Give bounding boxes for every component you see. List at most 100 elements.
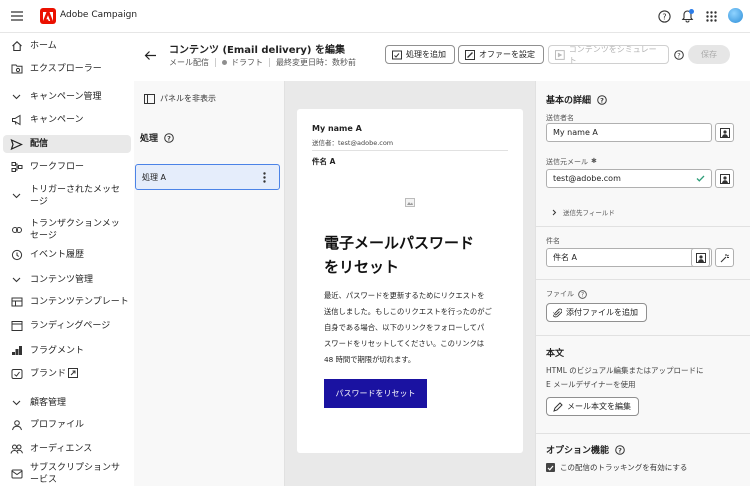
nav-item-landing-pages[interactable]: ランディングページ [0, 318, 134, 334]
email-body-line1: 最近、パスワードを更新するためにリクエストを [324, 291, 485, 300]
email-body: 電子メールパスワード をリセット 最近、パスワードを更新するためにリクエストを … [312, 177, 508, 453]
help-icon: ? [597, 94, 607, 105]
simulate-content-button[interactable]: コンテンツをシミュレート [548, 44, 669, 65]
action-item[interactable]: 処理 A [135, 164, 280, 190]
user-avatar[interactable] [728, 8, 743, 23]
nav-section-campaign-mgmt[interactable]: キャンペーン管理 [0, 90, 134, 104]
magic-wand-icon [720, 253, 729, 262]
nav-label-line2: ービス [30, 475, 58, 485]
nav-item-brands[interactable]: ブランド [0, 366, 134, 382]
nav-label: キャンペーン [30, 115, 84, 125]
notifications-bell-icon[interactable] [680, 8, 694, 23]
nav-item-transactional-messages[interactable]: トランザクションメッ セージ [0, 217, 134, 243]
add-action-button[interactable]: 処理を追加 [385, 45, 455, 64]
sender-name-value: My name A [553, 128, 598, 137]
personalization-icon [719, 127, 730, 138]
sender-email-label-row: 送信元メール ✱ [546, 157, 597, 167]
hamburger-menu-icon[interactable] [10, 10, 24, 22]
delivery-type: メール配信 [169, 58, 209, 67]
personalize-sender-name-button[interactable] [715, 123, 734, 142]
email-body-line3: 自身である場合、以下のリンクをフォローしてパ [324, 323, 485, 332]
back-arrow-icon[interactable] [143, 48, 157, 62]
brand-icon [10, 368, 23, 381]
reset-password-button[interactable]: パスワードをリセット [324, 379, 427, 408]
sender-name-field[interactable]: My name A [546, 123, 712, 142]
recipient-fields-toggle[interactable]: 送信先フィールド [552, 207, 615, 217]
adobe-logo-icon[interactable] [40, 8, 56, 24]
nav-item-profiles[interactable]: プロファイル [0, 417, 134, 433]
status-dot-icon [222, 60, 227, 65]
app-name[interactable]: Adobe Campaign [60, 10, 137, 20]
simulate-label: コンテンツをシミュレート [568, 44, 657, 65]
nav-item-event-history[interactable]: イベント履歴 [0, 247, 134, 263]
nav-label: イベント履歴 [30, 250, 85, 260]
editor-header: コンテンツ (Email delivery) を編集 メール配信 ドラフト 最終… [134, 33, 750, 81]
save-label: 保存 [701, 50, 717, 59]
workflow-icon [10, 161, 23, 174]
offer-settings-button[interactable]: オファーを設定 [458, 45, 544, 64]
nav-item-audiences[interactable]: オーディエンス [0, 441, 134, 457]
body-description-line2: E メールデザイナーを使用 [546, 380, 636, 389]
divider [536, 279, 750, 280]
broken-image-icon [405, 198, 415, 207]
offer-label: オファーを設定 [479, 50, 535, 59]
tracking-checkbox-row[interactable]: この配信のトラッキングを有効にする [546, 462, 687, 473]
apps-grid-icon[interactable] [705, 10, 717, 22]
email-body-line2: 送信しました。もしこのリクエストを行ったのがご [324, 307, 492, 316]
nav-item-content-templates[interactable]: コンテンツテンプレート [0, 294, 134, 310]
actions-title-label: 処理 [140, 134, 159, 144]
email-preview-area: My name A 送信者：test@adobe.com 件名 A 電子メールパ… [285, 81, 535, 486]
personalization-icon [695, 252, 706, 263]
megaphone-icon [10, 114, 23, 127]
ai-generate-button[interactable] [715, 248, 734, 267]
hide-panel-label: パネルを非表示 [160, 94, 216, 103]
svg-text:?: ? [600, 96, 604, 104]
nav-item-explorer[interactable]: エクスプローラー [0, 61, 134, 77]
personalize-sender-email-button[interactable] [715, 169, 734, 188]
basic-details-title: 基本の詳細 ? [546, 93, 607, 106]
reset-password-label: パスワードをリセット [335, 389, 416, 398]
nav-label-line2: セージ [30, 231, 57, 241]
nav-section-content-mgmt[interactable]: コンテンツ管理 [0, 273, 134, 287]
nav-section-customer-mgmt[interactable]: 顧客管理 [0, 396, 134, 410]
body-title: 本文 [546, 349, 565, 359]
nav-section-label: キャンペーン管理 [30, 92, 102, 102]
email-preview-card: My name A 送信者：test@adobe.com 件名 A 電子メールパ… [297, 109, 523, 453]
info-icon[interactable]: ? [673, 49, 684, 60]
nav-label: プロファイル [30, 420, 85, 430]
nav-item-home[interactable]: ホーム [0, 38, 134, 54]
more-vertical-icon[interactable] [263, 172, 266, 183]
save-button[interactable]: 保存 [688, 45, 730, 64]
add-attachment-label: 添付ファイルを追加 [566, 308, 638, 317]
divider [536, 335, 750, 336]
help-icon: ? [615, 444, 625, 455]
chevron-down-icon [10, 274, 23, 287]
nav-item-deliveries[interactable]: 配信 [3, 135, 131, 153]
body-description-line1: HTML のビジュアル編集またはアップロードに [546, 366, 704, 375]
divider [536, 433, 750, 434]
nav-item-fragments[interactable]: フラグメント [0, 343, 134, 359]
nav-item-workflows[interactable]: ワークフロー [0, 159, 134, 175]
email-heading-line1: 電子メールパスワード [324, 234, 475, 252]
event-icon [10, 249, 23, 262]
nav-label: 配信 [30, 139, 49, 149]
subject-field[interactable]: 件名 A [546, 248, 712, 267]
help-icon[interactable]: ? [657, 9, 671, 23]
optional-features-label: オプション機能 [546, 446, 610, 456]
add-action-label: 処理を追加 [406, 50, 446, 59]
svg-text:?: ? [662, 12, 666, 21]
sender-email-field[interactable]: test@adobe.com [546, 169, 712, 188]
hide-panel-button[interactable]: パネルを非表示 [144, 93, 216, 104]
tracking-checkbox[interactable] [546, 463, 555, 472]
nav-item-campaigns[interactable]: キャンペーン [0, 112, 134, 128]
edit-email-body-button[interactable]: メール本文を編集 [546, 397, 639, 416]
divider [312, 150, 508, 151]
nav-label: コンテンツテンプレート [30, 297, 129, 307]
add-attachment-button[interactable]: 添付ファイルを追加 [546, 303, 647, 322]
nav-item-triggered-messages[interactable]: トリガーされたメッセ ージ [0, 183, 134, 209]
nav-item-subscription-services[interactable]: サブスクリプションサ ービス [0, 461, 134, 487]
personalize-subject-button[interactable] [691, 248, 710, 267]
help-icon: ? [164, 132, 174, 143]
actions-title: 処理 ? [140, 131, 174, 144]
separator-divider [269, 58, 270, 67]
